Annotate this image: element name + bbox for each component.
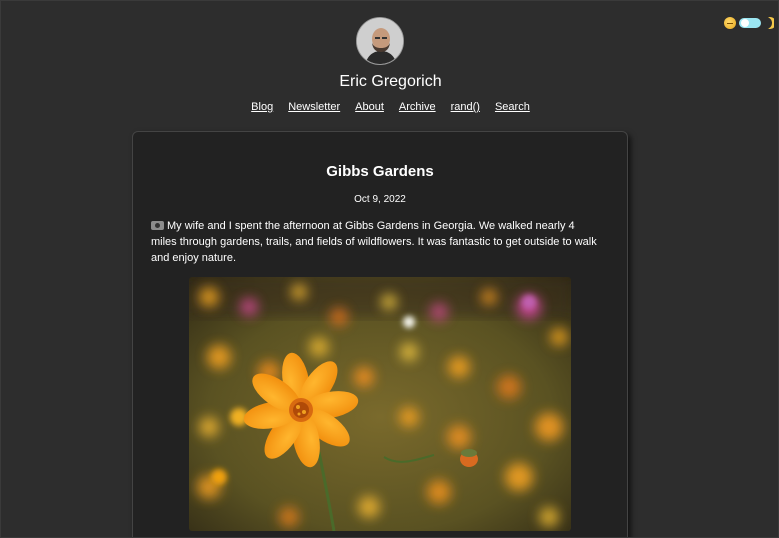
theme-switch-knob (741, 19, 749, 27)
post-body: My wife and I spent the afternoon at Gib… (151, 218, 601, 266)
camera-icon (151, 221, 164, 230)
post-card: Gibbs Gardens Oct 9, 2022 My wife and I … (132, 131, 628, 537)
nav-link-archive[interactable]: Archive (399, 101, 436, 113)
post-title[interactable]: Gibbs Gardens (133, 163, 627, 180)
theme-toggle[interactable] (724, 17, 774, 29)
avatar-portrait-image (357, 18, 403, 64)
post-body-text: My wife and I spent the afternoon at Gib… (151, 220, 597, 264)
moon-icon (764, 17, 774, 29)
site-title[interactable]: Eric Gregorich (1, 73, 778, 91)
main-nav: Blog Newsletter About Archive rand() Sea… (1, 101, 778, 113)
avatar[interactable] (356, 17, 404, 65)
theme-switch[interactable] (739, 18, 761, 28)
nav-link-search[interactable]: Search (495, 101, 530, 113)
sun-emoji-icon (724, 17, 736, 29)
nav-link-rand[interactable]: rand() (451, 101, 480, 113)
nav-link-newsletter[interactable]: Newsletter (288, 101, 340, 113)
page: Eric Gregorich Blog Newsletter About Arc… (0, 0, 779, 538)
nav-link-blog[interactable]: Blog (251, 101, 273, 113)
nav-link-about[interactable]: About (355, 101, 384, 113)
post-date: Oct 9, 2022 (354, 194, 406, 205)
post-photo-flower[interactable] (189, 277, 571, 531)
